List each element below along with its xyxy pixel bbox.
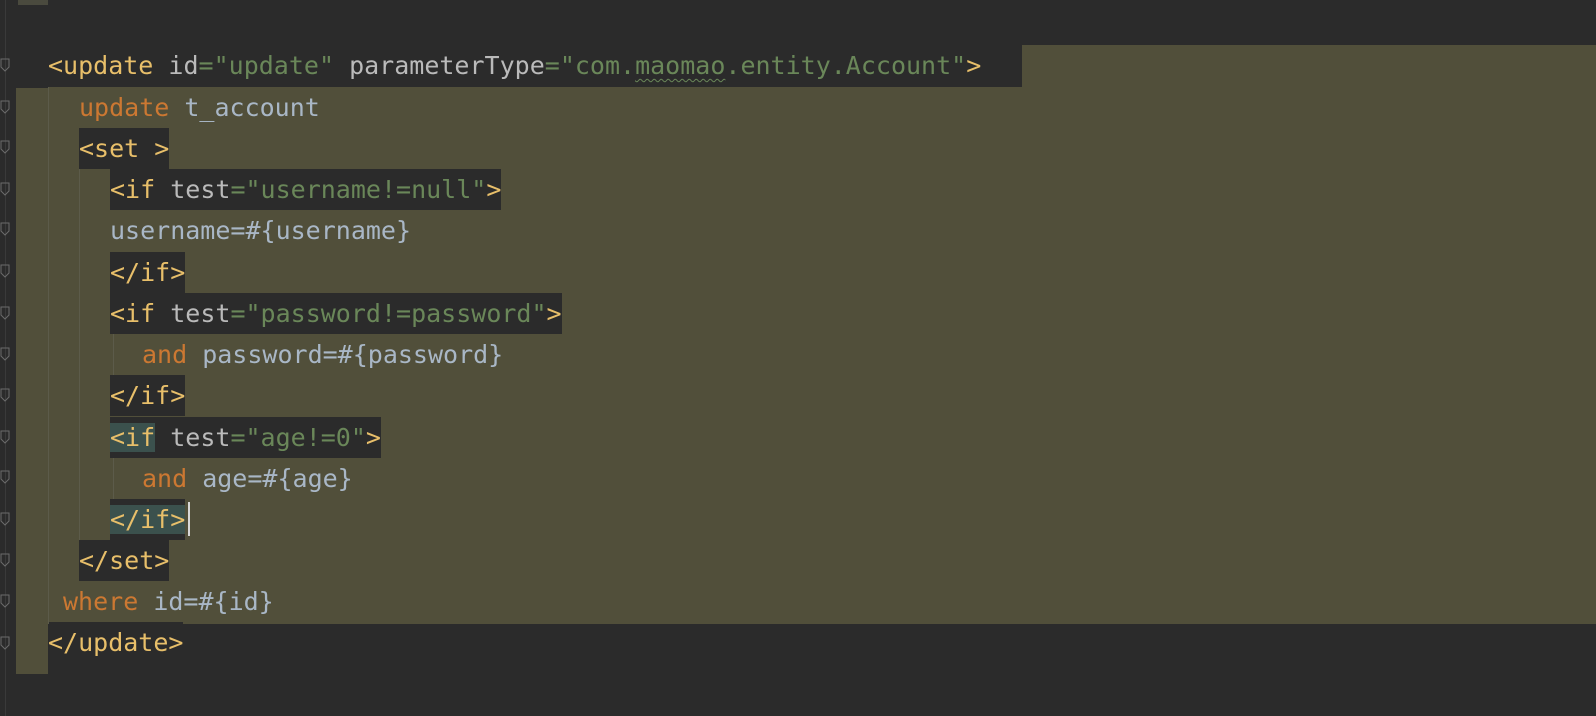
fold-marker-icon[interactable]	[0, 636, 10, 650]
code-line: <update id="update" parameterType="com.m…	[0, 45, 1596, 86]
code-token: <if	[110, 175, 156, 204]
previous-line-highlight	[18, 0, 48, 5]
code-token: id	[168, 51, 199, 80]
code-token: update	[79, 93, 170, 122]
fold-marker-icon[interactable]	[0, 553, 10, 567]
code-token: test	[170, 299, 231, 328]
code-token: and	[142, 464, 188, 493]
code-token: "age!=0"	[245, 423, 366, 452]
code-token: >	[365, 423, 381, 452]
fold-marker-icon[interactable]	[0, 306, 10, 320]
code-token: <if	[110, 299, 156, 328]
code-token: <set >	[79, 134, 170, 163]
code-line: and age=#{age}	[0, 458, 1596, 499]
code-line: <if test="age!=0">	[0, 417, 1596, 458]
code-line: </if>	[0, 252, 1596, 293]
code-token: </if>	[110, 258, 186, 287]
code-token: <if	[110, 423, 156, 452]
fold-marker-icon[interactable]	[0, 388, 10, 402]
code-token: where	[63, 587, 139, 616]
indent-guide	[48, 87, 49, 624]
code-editor[interactable]: <update id="update" parameterType="com.m…	[0, 0, 1596, 716]
code-token: "update"	[213, 51, 335, 80]
code-token: username=#{username}	[110, 216, 412, 245]
code-token: >	[966, 51, 982, 80]
code-token: id=#{id}	[138, 587, 274, 616]
code-line: <if test="password!=password">	[0, 293, 1596, 334]
code-line: </if>	[0, 375, 1596, 416]
code-token: =	[544, 51, 560, 80]
fold-marker-icon[interactable]	[0, 140, 10, 154]
code-line: <if test="username!=null">	[0, 169, 1596, 210]
fold-marker-icon[interactable]	[0, 430, 10, 444]
code-token: =	[198, 51, 214, 80]
code-token: test	[170, 423, 231, 452]
code-token: maomao	[635, 51, 726, 80]
code-token: test	[170, 175, 231, 204]
code-token: =	[230, 175, 246, 204]
code-line: and password=#{password}	[0, 334, 1596, 375]
text-cursor	[188, 502, 190, 536]
code-token: </if>	[110, 381, 186, 410]
code-line: </update>	[0, 622, 1596, 663]
code-token: t_account	[169, 93, 320, 122]
fold-marker-icon[interactable]	[0, 347, 10, 361]
code-token: =	[230, 423, 246, 452]
code-token: age=#{age}	[187, 464, 353, 493]
fold-marker-icon[interactable]	[0, 222, 10, 236]
indent-guide	[113, 334, 114, 375]
code-line: where id=#{id}	[0, 581, 1596, 622]
fold-marker-icon[interactable]	[0, 58, 10, 72]
code-line: username=#{username}	[0, 210, 1596, 251]
fold-marker-icon[interactable]	[0, 264, 10, 278]
code-token: "com.	[559, 51, 636, 80]
fold-marker-icon[interactable]	[0, 512, 10, 526]
code-token: =	[230, 299, 246, 328]
code-token: "password!=password"	[245, 299, 547, 328]
code-token: </update>	[48, 628, 184, 657]
code-token: "username!=null"	[245, 175, 487, 204]
indent-guide	[113, 458, 114, 499]
code-token: parameterType	[349, 51, 545, 80]
fold-marker-icon[interactable]	[0, 470, 10, 484]
code-token: and	[142, 340, 188, 369]
code-token: .entity.Account"	[725, 51, 967, 80]
code-line: update t_account	[0, 87, 1596, 128]
code-token: >	[546, 299, 562, 328]
code-token: <update	[48, 51, 154, 80]
fold-marker-icon[interactable]	[0, 182, 10, 196]
code-token: password=#{password}	[187, 340, 504, 369]
fold-marker-icon[interactable]	[0, 594, 10, 608]
code-line: <set >	[0, 128, 1596, 169]
fold-marker-icon[interactable]	[0, 100, 10, 114]
indent-guide	[79, 169, 80, 540]
code-line: </set>	[0, 540, 1596, 581]
code-line: </if>	[0, 499, 1596, 540]
code-token: >	[486, 175, 502, 204]
code-token: </if>	[110, 505, 186, 534]
code-token: </set>	[79, 546, 170, 575]
